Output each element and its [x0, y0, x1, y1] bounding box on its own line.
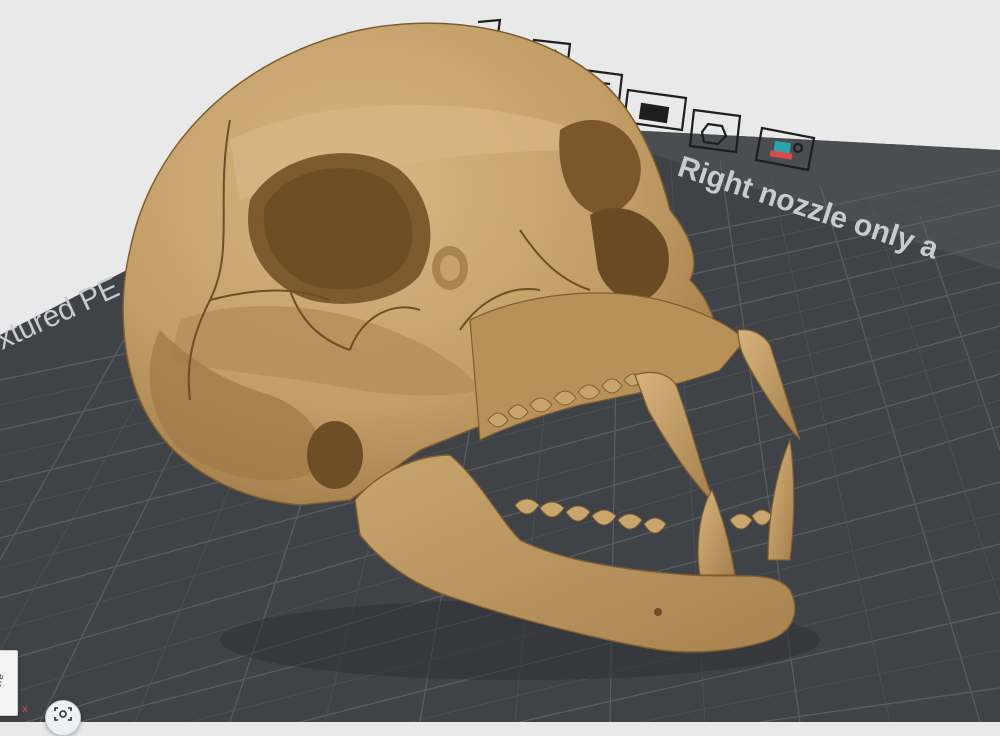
screenshot-button[interactable]	[45, 700, 81, 736]
x-axis-label: x	[22, 704, 28, 715]
view-cube[interactable]: ore	[0, 650, 18, 716]
camera-icon	[54, 707, 72, 721]
3d-viewport[interactable]: xtured PE Right nozzle only a	[0, 0, 1000, 722]
view-cube-label: ore	[0, 672, 7, 690]
